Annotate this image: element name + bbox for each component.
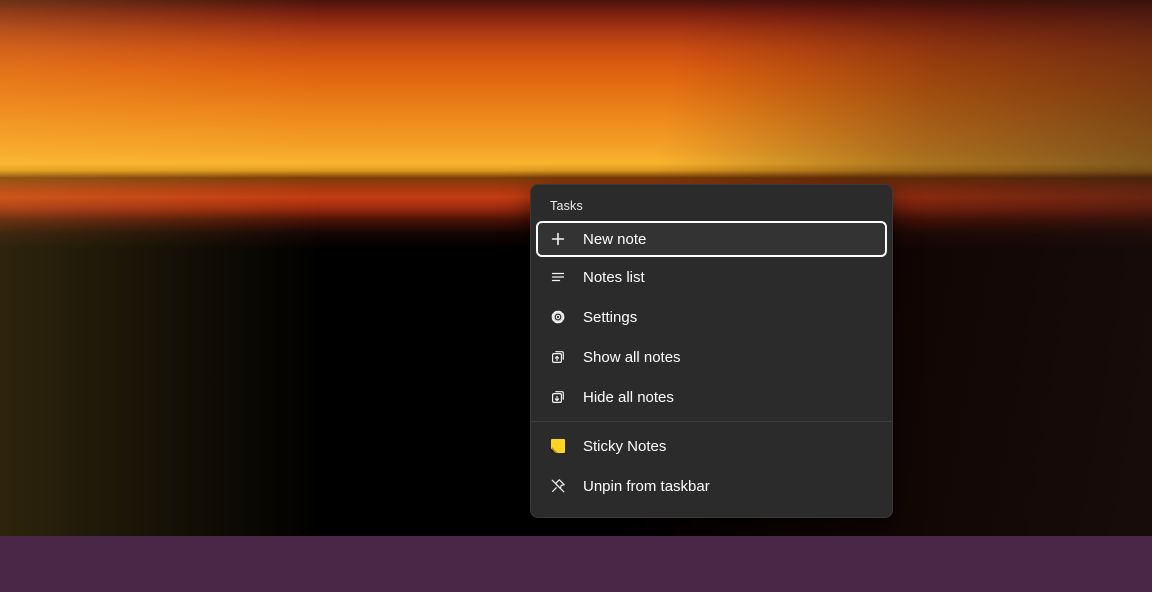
menu-item-label: Hide all notes (583, 389, 674, 406)
sticky-notes-jumplist-menu: Tasks New note Notes list Settings (530, 184, 893, 518)
menu-item-unpin[interactable]: Unpin from taskbar (531, 466, 892, 506)
show-all-notes-icon (550, 349, 566, 365)
list-icon (550, 269, 566, 285)
desktop-screen: Tasks New note Notes list Settings (0, 0, 1152, 592)
menu-item-sticky-notes-app[interactable]: Sticky Notes (531, 426, 892, 466)
menu-item-show-all-notes[interactable]: Show all notes (531, 337, 892, 377)
menu-item-notes-list[interactable]: Notes list (531, 257, 892, 297)
menu-item-hide-all-notes[interactable]: Hide all notes (531, 377, 892, 417)
menu-item-label: Sticky Notes (583, 438, 666, 455)
menu-divider (531, 421, 892, 422)
menu-item-new-note[interactable]: New note (536, 221, 887, 257)
taskbar: Search 31 (0, 536, 1152, 592)
menu-item-label: Show all notes (583, 349, 681, 366)
hide-all-notes-icon (550, 389, 566, 405)
menu-item-settings[interactable]: Settings (531, 297, 892, 337)
jumplist-section-header: Tasks (531, 185, 892, 217)
menu-item-label: Notes list (583, 269, 645, 286)
sticky-notes-icon (550, 438, 566, 454)
menu-item-label: New note (583, 231, 646, 248)
unpin-icon (550, 478, 566, 494)
menu-item-label: Unpin from taskbar (583, 478, 710, 495)
plus-icon (550, 231, 566, 247)
gear-icon (550, 309, 566, 325)
menu-item-label: Settings (583, 309, 637, 326)
